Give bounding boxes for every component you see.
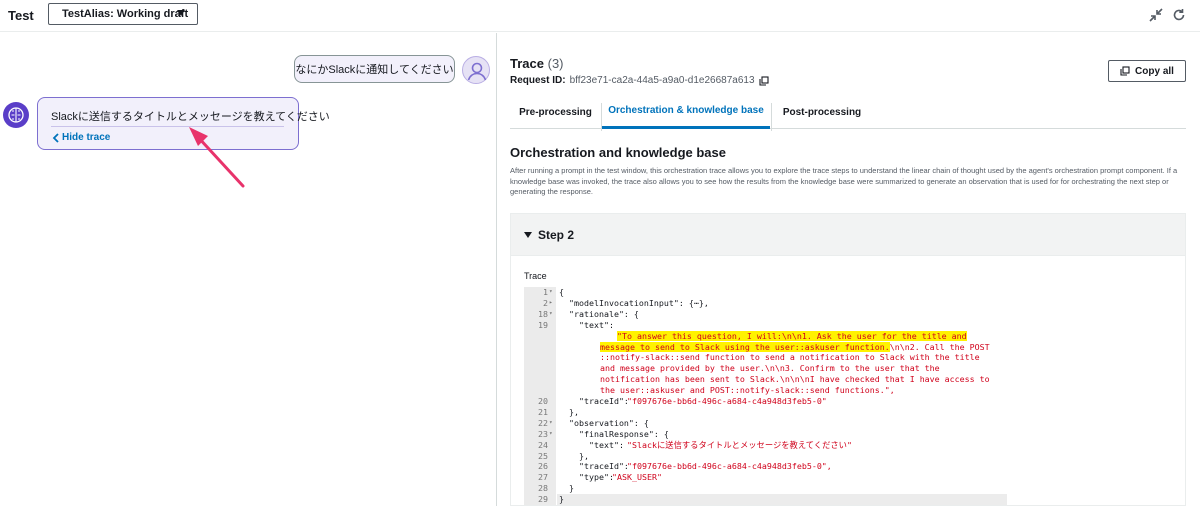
fold-toggle-icon[interactable]: ▾ bbox=[549, 418, 553, 429]
request-id: Request ID: bff23e71-ca2a-44a5-a9a0-d1e2… bbox=[510, 75, 769, 86]
alias-select-value: TestAlias: Working draft bbox=[62, 8, 189, 20]
section-description: After running a prompt in the test windo… bbox=[510, 166, 1178, 196]
line-number: 1 bbox=[543, 287, 548, 297]
chat-pane: なにかSlackに通知してください Slackに送信するタイトルとメッセージを教… bbox=[0, 33, 496, 506]
code-string-highlighted: message to send to Slack using the user:… bbox=[600, 341, 890, 352]
code-string: "ASK_USER" bbox=[612, 472, 662, 483]
trace-title-text: Trace bbox=[510, 56, 544, 71]
app-title: Test bbox=[8, 8, 34, 23]
code-text: "type": bbox=[559, 472, 619, 483]
code-string: "To answer this question, I will:\n\n1. … bbox=[617, 330, 967, 341]
code-text: "traceId": bbox=[559, 396, 634, 406]
code-text: "text": bbox=[559, 439, 629, 450]
line-number: 22 bbox=[538, 417, 548, 428]
line-number: 29 bbox=[538, 494, 548, 505]
request-id-value: bff23e71-ca2a-44a5-a9a0-d1e26687a613 bbox=[569, 75, 755, 86]
request-id-label: Request ID: bbox=[510, 75, 566, 86]
code-string: "f097676e-bb6d-496c-a684-c4a948d3feb5-0" bbox=[627, 396, 827, 406]
code-string: "f097676e-bb6d-496c-a684-c4a948d3feb5-0"… bbox=[627, 461, 832, 472]
caret-down-icon bbox=[177, 10, 185, 16]
code-text: { bbox=[559, 287, 564, 297]
trace-count: (3) bbox=[547, 56, 564, 71]
code-string-line: notification has been sent to Slack.\n\n… bbox=[524, 363, 990, 384]
code-string-line: "ASK_USER" bbox=[524, 461, 662, 482]
copy-all-button[interactable]: Copy all bbox=[1108, 60, 1186, 82]
copy-icon[interactable] bbox=[758, 75, 769, 86]
code-string-line: "f097676e-bb6d-496c-a684-c4a948d3feb5-0"… bbox=[524, 451, 832, 471]
code-string: the user::askuser and POST::notify-slack… bbox=[600, 385, 895, 396]
section-title: Orchestration and knowledge base bbox=[510, 145, 726, 160]
fold-toggle-icon[interactable]: ▸ bbox=[549, 298, 553, 309]
caret-down-icon bbox=[524, 232, 532, 238]
code-text: "rationale": { bbox=[559, 308, 639, 319]
step-label: Step 2 bbox=[538, 228, 575, 242]
code-text: } bbox=[559, 494, 564, 505]
code-string-line: the user::askuser and POST::notify-slack… bbox=[524, 374, 895, 395]
code-text: "observation": { bbox=[559, 417, 649, 428]
copy-icon bbox=[1120, 66, 1130, 76]
code-string-line: ::notify-slack::send function to send a … bbox=[524, 342, 980, 362]
code-text: }, bbox=[559, 406, 579, 417]
trace-pane: Trace (3) Request ID: bff23e71-ca2a-44a5… bbox=[497, 33, 1200, 506]
code-text: "text": bbox=[559, 319, 619, 330]
code-string: and message provided by the user.\n\n3. … bbox=[600, 363, 940, 374]
line-number: 18 bbox=[538, 308, 548, 319]
top-bar: Test TestAlias: Working draft bbox=[0, 0, 1200, 32]
code-viewer[interactable]: 1 ▾{2 ▸ "modelInvocationInput": {⋯}, 18 ▾ "r… bbox=[524, 287, 1007, 505]
code-string: ::notify-slack::send function to send a … bbox=[600, 352, 980, 363]
code-text: "traceId": bbox=[559, 461, 634, 472]
alias-select[interactable]: TestAlias: Working draft bbox=[48, 3, 198, 25]
line-number: 2 bbox=[543, 297, 548, 308]
tab-pre-processing[interactable]: Pre-processing bbox=[510, 95, 601, 129]
step-header[interactable]: Step 2 bbox=[511, 214, 1185, 256]
active-line-highlight bbox=[557, 494, 1007, 505]
code-text: } bbox=[559, 483, 574, 494]
code-string-line: and message provided by the user.\n\n3. … bbox=[524, 352, 940, 373]
code-string: notification has been sent to Slack.\n\n… bbox=[600, 374, 990, 385]
code-string-line: message to send to Slack using the user:… bbox=[524, 331, 990, 352]
code-string: \n\n2. Call the POST bbox=[889, 341, 990, 352]
annotation-arrow-icon bbox=[189, 127, 245, 188]
code-text: "finalResponse": { bbox=[559, 428, 669, 439]
fold-toggle-icon[interactable]: ▾ bbox=[549, 309, 553, 320]
collapse-icon[interactable] bbox=[1149, 8, 1163, 22]
code-string: "Slackに送信するタイトルとメッセージを教えてください" bbox=[627, 439, 852, 450]
refresh-icon[interactable] bbox=[1172, 8, 1186, 22]
trace-code-label: Trace bbox=[524, 271, 547, 281]
copy-all-label: Copy all bbox=[1135, 65, 1174, 77]
fold-toggle-icon[interactable]: ▾ bbox=[549, 287, 553, 298]
code-text: "modelInvocationInput": {⋯}, bbox=[559, 297, 709, 308]
trace-tabs: Pre-processing Orchestration & knowledge… bbox=[510, 95, 1186, 131]
trace-title: Trace (3) bbox=[510, 56, 564, 71]
code-string-line: "To answer this question, I will:\n\n1. … bbox=[524, 320, 967, 341]
code-string-line: "Slackに送信するタイトルとメッセージを教えてください" bbox=[524, 429, 852, 450]
step-panel: Step 2 Trace 1 ▾{2 ▸ "modelInvocationInput… bbox=[510, 213, 1186, 506]
tab-post-processing[interactable]: Post-processing bbox=[772, 95, 872, 129]
tab-orchestration[interactable]: Orchestration & knowledge base bbox=[602, 95, 770, 129]
code-string-line: "f097676e-bb6d-496c-a684-c4a948d3feb5-0" bbox=[524, 385, 827, 406]
